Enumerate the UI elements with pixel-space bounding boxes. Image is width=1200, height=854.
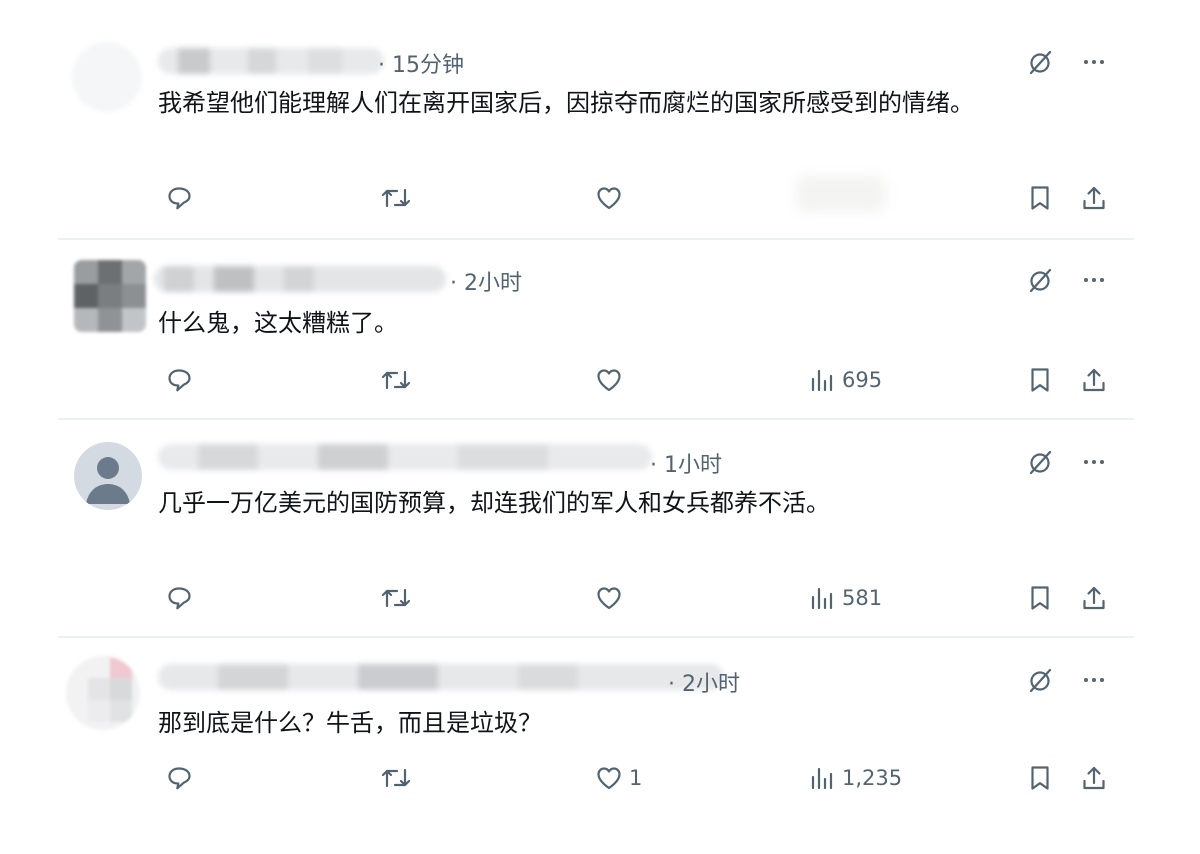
grok-icon[interactable] xyxy=(1026,666,1054,694)
post-time: · 1小时 xyxy=(650,453,722,478)
grok-icon[interactable] xyxy=(1026,48,1054,76)
share-icon xyxy=(1083,368,1105,392)
post-time: · 15分钟 xyxy=(378,53,464,78)
username-redacted xyxy=(158,444,652,470)
post-divider xyxy=(58,238,1134,240)
post-text: 几乎一万亿美元的国防预算，却连我们的军人和女兵都养不活。 xyxy=(158,489,830,517)
like-button[interactable] xyxy=(595,583,629,613)
post-time: · 2小时 xyxy=(668,672,740,697)
reply-post-1[interactable]: · 15分钟 我希望他们能理解人们在离开国家后，因掠夺而腐烂的国家所感受到的情绪… xyxy=(58,30,1134,238)
reply-button[interactable] xyxy=(165,763,193,793)
view-count: 581 xyxy=(842,586,883,610)
bookmark-icon xyxy=(1031,186,1049,210)
bookmark-button[interactable] xyxy=(1026,583,1054,613)
share-icon xyxy=(1083,186,1105,210)
post-divider xyxy=(58,418,1134,420)
reply-post-2[interactable]: · 2小时 什么鬼，这太糟糕了。 695 xyxy=(58,246,1134,418)
repost-button[interactable] xyxy=(380,583,412,613)
username-redacted xyxy=(158,48,384,74)
view-count: 695 xyxy=(842,368,883,392)
bookmark-button[interactable] xyxy=(1026,763,1054,793)
share-icon xyxy=(1083,766,1105,790)
grok-icon[interactable] xyxy=(1026,448,1054,476)
bookmark-icon xyxy=(1031,368,1049,392)
post-divider xyxy=(58,636,1134,638)
like-button[interactable]: 1 xyxy=(595,763,642,793)
bookmark-button[interactable] xyxy=(1026,183,1054,213)
reply-post-3[interactable]: · 1小时 几乎一万亿美元的国防预算，却连我们的军人和女兵都养不活。 581 xyxy=(58,428,1134,636)
redacted-area xyxy=(796,176,886,212)
repost-button[interactable] xyxy=(380,365,412,395)
grok-icon[interactable] xyxy=(1026,266,1054,294)
heart-icon xyxy=(597,187,621,210)
share-button[interactable] xyxy=(1080,583,1108,613)
username-redacted xyxy=(154,266,446,292)
view-count: 1,235 xyxy=(842,766,903,790)
username-redacted xyxy=(158,664,724,690)
like-button[interactable] xyxy=(595,183,629,213)
views-button[interactable]: 1,235 xyxy=(808,763,902,793)
repost-button[interactable] xyxy=(380,183,412,213)
heart-icon xyxy=(597,767,621,790)
heart-icon xyxy=(597,587,621,610)
reply-button[interactable] xyxy=(165,183,193,213)
share-icon xyxy=(1083,586,1105,610)
avatar-pixelated[interactable] xyxy=(74,260,146,332)
repost-icon xyxy=(381,370,411,390)
views-icon xyxy=(811,767,833,790)
default-avatar[interactable] xyxy=(74,442,142,510)
post-text: 我希望他们能理解人们在离开国家后，因掠夺而腐烂的国家所感受到的情绪。 xyxy=(158,89,974,117)
views-button[interactable]: 695 xyxy=(808,365,882,395)
like-count: 1 xyxy=(629,766,643,790)
reply-icon xyxy=(168,187,191,210)
bookmark-button[interactable] xyxy=(1026,365,1054,395)
more-icon[interactable] xyxy=(1080,448,1108,476)
more-icon[interactable] xyxy=(1080,666,1108,694)
repost-button[interactable] xyxy=(380,763,412,793)
views-button[interactable]: 581 xyxy=(808,583,882,613)
avatar-blurred[interactable] xyxy=(72,42,142,112)
bookmark-icon xyxy=(1031,586,1049,610)
avatar-pixelated[interactable] xyxy=(66,656,140,730)
share-button[interactable] xyxy=(1080,763,1108,793)
reply-button[interactable] xyxy=(165,365,193,395)
repost-icon xyxy=(381,768,411,788)
post-text: 那到底是什么？牛舌，而且是垃圾？ xyxy=(158,709,542,737)
views-icon xyxy=(811,587,833,610)
views-icon xyxy=(811,369,833,392)
more-icon[interactable] xyxy=(1080,48,1108,76)
repost-icon xyxy=(381,588,411,608)
reply-icon xyxy=(168,767,191,790)
share-button[interactable] xyxy=(1080,365,1108,395)
reply-post-4[interactable]: · 2小时 那到底是什么？牛舌，而且是垃圾？ 1 1,235 xyxy=(58,646,1134,812)
share-button[interactable] xyxy=(1080,183,1108,213)
like-button[interactable] xyxy=(595,365,629,395)
reply-icon xyxy=(168,587,191,610)
post-time: · 2小时 xyxy=(450,271,522,296)
repost-icon xyxy=(381,188,411,208)
post-text: 什么鬼，这太糟糕了。 xyxy=(158,309,398,337)
heart-icon xyxy=(597,369,621,392)
bookmark-icon xyxy=(1031,766,1049,790)
reply-icon xyxy=(168,369,191,392)
more-icon[interactable] xyxy=(1080,266,1108,294)
reply-button[interactable] xyxy=(165,583,193,613)
